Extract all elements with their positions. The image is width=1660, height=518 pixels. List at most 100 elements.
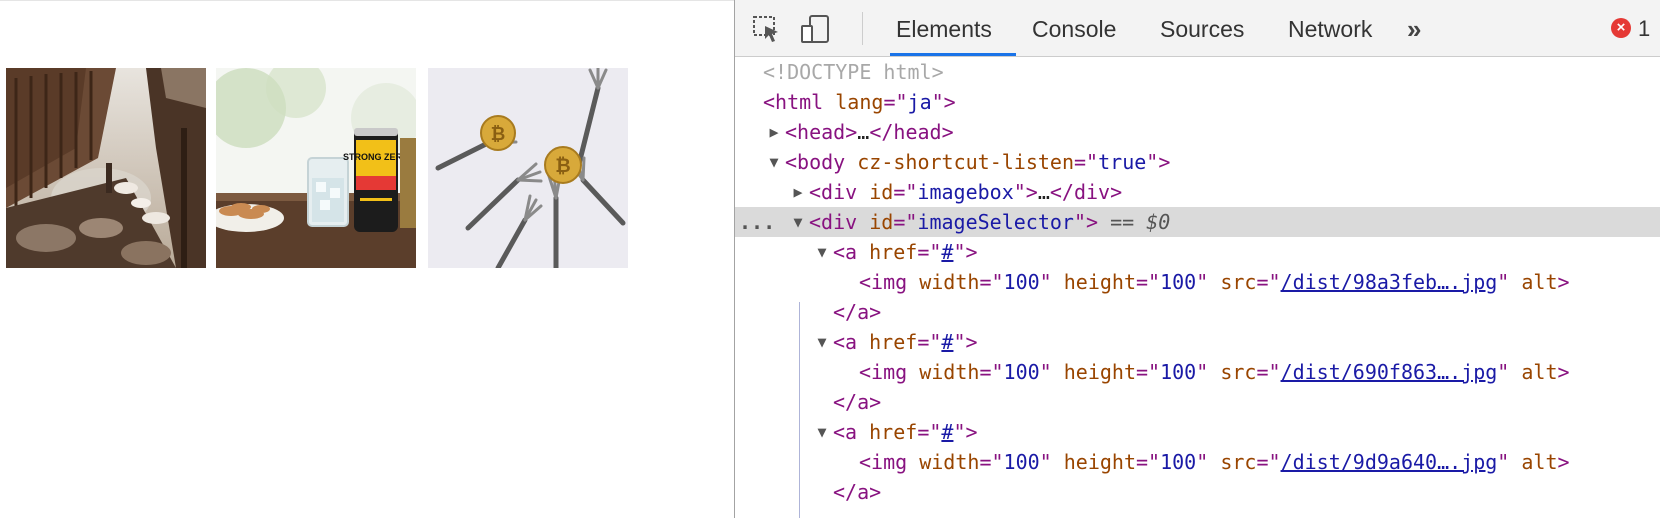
width-value: 100 bbox=[1003, 450, 1040, 474]
error-count[interactable]: 1 bbox=[1638, 0, 1650, 57]
imagebox-id-value: imagebox bbox=[917, 180, 1014, 204]
body-attr-value: true bbox=[1098, 150, 1147, 174]
src-link[interactable]: /dist/690f863….jpg bbox=[1281, 360, 1498, 384]
devtools-panel: Elements Console Sources Network » × 1 <… bbox=[734, 0, 1660, 518]
body-attr: cz-shortcut-listen bbox=[857, 150, 1075, 174]
expand-arrow-icon[interactable]: ▶ bbox=[787, 177, 809, 207]
width-value: 100 bbox=[1003, 360, 1040, 384]
tab-console[interactable]: Console bbox=[1032, 0, 1116, 57]
href-link[interactable]: # bbox=[941, 330, 953, 354]
src-attr: src bbox=[1220, 360, 1257, 384]
html-tag: html bbox=[775, 90, 824, 114]
height-attr: height bbox=[1063, 270, 1136, 294]
collapsed-ellipsis: … bbox=[857, 120, 870, 144]
tree-line-anchor-close-2[interactable]: </a> bbox=[735, 387, 1660, 417]
lang-value: ja bbox=[907, 90, 932, 114]
devtools-toolbar: Elements Console Sources Network » × 1 bbox=[735, 0, 1660, 57]
strong-zero-drink-image: STRONG ZERO bbox=[216, 68, 416, 268]
tree-line-anchor-2[interactable]: ▼ <a href="#"> bbox=[735, 327, 1660, 357]
div-tag: div bbox=[821, 180, 858, 204]
image-link-2[interactable]: STRONG ZERO bbox=[216, 68, 416, 268]
error-icon[interactable]: × bbox=[1611, 18, 1631, 38]
width-value: 100 bbox=[1003, 270, 1040, 294]
tree-line-img-1[interactable]: <img width="100" height="100" src="/dist… bbox=[735, 267, 1660, 297]
tab-sources[interactable]: Sources bbox=[1160, 0, 1244, 57]
a-close-tag: a bbox=[857, 390, 870, 414]
doctype-text: <!DOCTYPE html> bbox=[763, 60, 944, 84]
tree-line-img-2[interactable]: <img width="100" height="100" src="/dist… bbox=[735, 357, 1660, 387]
tree-line-imageselector[interactable]: ... ▼ <div id="imageSelector"> == $0 bbox=[735, 207, 1660, 237]
imageselector-id-value: imageSelector bbox=[917, 210, 1074, 234]
image-link-1[interactable] bbox=[6, 68, 206, 268]
id-attr: id bbox=[869, 180, 894, 204]
alt-attr: alt bbox=[1521, 450, 1558, 474]
a-tag: a bbox=[845, 240, 858, 264]
tree-line-head[interactable]: ▶ <head>…</head> bbox=[735, 117, 1660, 147]
device-toolbar-icon[interactable] bbox=[799, 14, 831, 44]
head-close-tag: head bbox=[893, 120, 942, 144]
href-attr: href bbox=[869, 240, 918, 264]
collapse-arrow-icon[interactable]: ▼ bbox=[787, 207, 809, 237]
collapse-arrow-icon[interactable]: ▼ bbox=[763, 147, 785, 177]
width-attr: width bbox=[919, 450, 980, 474]
img-tag: img bbox=[871, 270, 908, 294]
tree-line-imagebox[interactable]: ▶ <div id="imagebox">…</div> bbox=[735, 177, 1660, 207]
img-tag: img bbox=[871, 360, 908, 384]
height-attr: height bbox=[1063, 360, 1136, 384]
height-attr: height bbox=[1063, 450, 1136, 474]
height-value: 100 bbox=[1160, 360, 1197, 384]
tree-line-anchor-1[interactable]: ▼ <a href="#"> bbox=[735, 237, 1660, 267]
alt-attr: alt bbox=[1521, 360, 1558, 384]
lang-attr: lang bbox=[835, 90, 884, 114]
height-value: 100 bbox=[1160, 270, 1197, 294]
tab-network[interactable]: Network bbox=[1288, 0, 1372, 57]
href-attr: href bbox=[869, 420, 918, 444]
collapse-arrow-icon[interactable]: ▼ bbox=[811, 327, 833, 357]
tree-line-anchor-close-1[interactable]: </a> bbox=[735, 297, 1660, 327]
active-tab-indicator bbox=[890, 53, 1016, 56]
href-attr: href bbox=[869, 330, 918, 354]
href-link[interactable]: # bbox=[941, 240, 953, 264]
tree-line-doctype[interactable]: <!DOCTYPE html> bbox=[735, 57, 1660, 87]
div-tag: div bbox=[821, 210, 858, 234]
tree-line-body[interactable]: ▼ <body cz-shortcut-listen="true"> bbox=[735, 147, 1660, 177]
tree-line-anchor-close-3[interactable]: </a> bbox=[735, 477, 1660, 507]
head-tag: head bbox=[797, 120, 846, 144]
href-link[interactable]: # bbox=[941, 420, 953, 444]
more-options-dots[interactable]: ... bbox=[739, 207, 775, 237]
tree-line-anchor-3[interactable]: ▼ <a href="#"> bbox=[735, 417, 1660, 447]
src-link[interactable]: /dist/9d9a640….jpg bbox=[1281, 450, 1498, 474]
id-attr: id bbox=[869, 210, 894, 234]
src-attr: src bbox=[1220, 450, 1257, 474]
width-attr: width bbox=[919, 360, 980, 384]
image-link-3[interactable]: ₿ ₿ bbox=[428, 68, 628, 268]
bitcoin-forks-image: ₿ ₿ bbox=[428, 68, 628, 268]
width-attr: width bbox=[919, 270, 980, 294]
src-link[interactable]: /dist/98a3feb….jpg bbox=[1281, 270, 1498, 294]
img-tag: img bbox=[871, 450, 908, 474]
collapse-arrow-icon[interactable]: ▼ bbox=[811, 237, 833, 267]
div-close-tag: div bbox=[1073, 180, 1111, 204]
a-tag: a bbox=[845, 420, 858, 444]
a-tag: a bbox=[845, 330, 858, 354]
body-tag: body bbox=[797, 150, 846, 174]
tree-line-img-3[interactable]: <img width="100" height="100" src="/dist… bbox=[735, 447, 1660, 477]
collapsed-ellipsis: … bbox=[1037, 180, 1050, 204]
svg-text:₿: ₿ bbox=[555, 156, 570, 177]
inspect-element-icon[interactable] bbox=[751, 14, 783, 44]
height-value: 100 bbox=[1160, 450, 1197, 474]
expand-arrow-icon[interactable]: ▶ bbox=[763, 117, 785, 147]
more-tabs-chevron-icon[interactable]: » bbox=[1407, 0, 1421, 57]
tab-elements[interactable]: Elements bbox=[896, 0, 992, 57]
a-close-tag: a bbox=[857, 300, 870, 324]
dom-tree: <!DOCTYPE html> <html lang="ja"> ▶ <head>… bbox=[735, 57, 1660, 518]
selected-element-marker: == $0 bbox=[1110, 210, 1171, 234]
toolbar-divider bbox=[862, 12, 863, 45]
alt-attr: alt bbox=[1521, 270, 1558, 294]
hot-spring-onsen-image bbox=[6, 68, 206, 268]
collapse-arrow-icon[interactable]: ▼ bbox=[811, 417, 833, 447]
tree-line-html[interactable]: <html lang="ja"> bbox=[735, 87, 1660, 117]
tree-indent-guide bbox=[799, 302, 800, 518]
page-viewport: STRONG ZERO ₿ ₿ bbox=[0, 0, 734, 518]
can-label: STRONG ZERO bbox=[343, 152, 409, 162]
